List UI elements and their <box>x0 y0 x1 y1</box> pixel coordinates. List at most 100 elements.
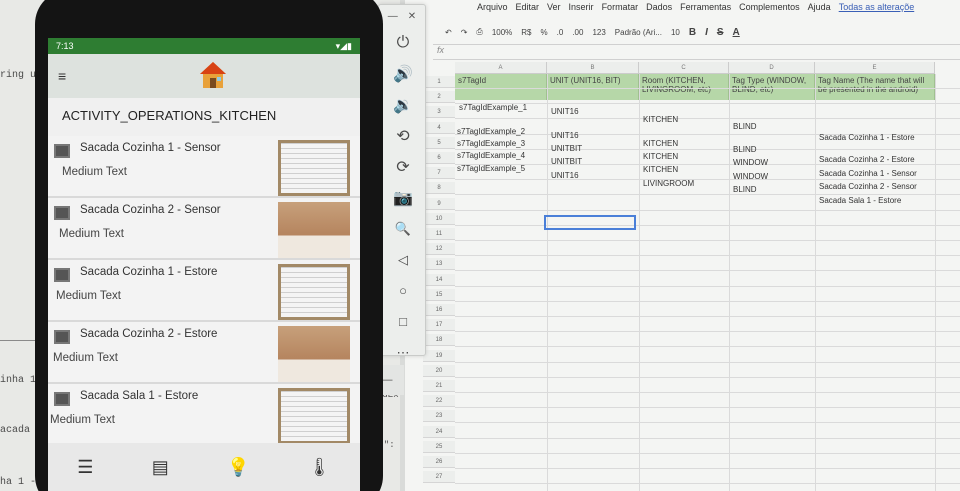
hamburger-menu-icon[interactable]: ≡ <box>58 68 66 84</box>
save-status-link[interactable]: Todas as alteraçõe <box>839 2 915 12</box>
row-header[interactable]: 6 <box>423 152 455 164</box>
table-cell[interactable]: KITCHEN <box>643 115 678 125</box>
row-header[interactable]: 1 <box>423 76 455 88</box>
more-button[interactable]: ⋯ <box>379 337 427 368</box>
font-size-select[interactable]: 10 <box>671 28 680 37</box>
table-cell[interactable]: WINDOW <box>733 158 768 168</box>
table-cell[interactable]: BLIND <box>733 145 757 155</box>
bold-button[interactable]: B <box>689 27 696 38</box>
table-cell[interactable]: UNIT16 <box>551 171 579 181</box>
overview-button[interactable]: □ <box>379 306 427 337</box>
table-cell[interactable]: s7TagIdExample_5 <box>457 164 525 174</box>
row-header[interactable]: 19 <box>423 349 455 362</box>
home-button[interactable]: ○ <box>379 275 427 306</box>
text-color-button[interactable]: A <box>733 27 740 38</box>
menu-ver[interactable]: Ver <box>547 2 561 12</box>
header-cell[interactable]: Tag Name (The name that will be presente… <box>815 74 935 100</box>
row-header[interactable]: 17 <box>423 319 455 332</box>
table-cell[interactable]: LIVINGROOM <box>643 179 694 189</box>
menu-complementos[interactable]: Complementos <box>739 2 800 12</box>
table-cell[interactable]: BLIND <box>733 185 757 195</box>
menu-ajuda[interactable]: Ajuda <box>808 2 831 12</box>
menu-formatar[interactable]: Formatar <box>602 2 639 12</box>
list-item[interactable]: Sacada Sala 1 - Estore Medium Text <box>48 384 360 446</box>
volume-down-button[interactable]: 🔉 <box>379 89 427 120</box>
row-header[interactable]: 11 <box>423 228 455 240</box>
column-header-d[interactable]: D <box>729 62 815 74</box>
row-header[interactable]: 5 <box>423 136 455 149</box>
menu-ferramentas[interactable]: Ferramentas <box>680 2 731 12</box>
table-cell[interactable]: s7TagIdExample_1 <box>459 103 527 113</box>
zoom-button[interactable]: 🔍 <box>379 213 427 244</box>
header-cell[interactable]: s7TagId <box>455 74 547 100</box>
row-header[interactable]: 9 <box>423 197 455 210</box>
volume-up-button[interactable]: 🔊 <box>379 58 427 89</box>
row-header[interactable]: 10 <box>423 212 455 225</box>
table-cell[interactable]: UNITBIT <box>551 157 582 167</box>
row-header[interactable]: 16 <box>423 304 455 316</box>
currency-button[interactable]: R$ <box>521 28 531 37</box>
strikethrough-button[interactable]: S <box>717 27 724 38</box>
rotate-right-button[interactable]: ⟳ <box>379 151 427 182</box>
header-cell[interactable]: Tag Type (WINDOW, BLIND, etc) <box>729 74 815 100</box>
row-header[interactable]: 24 <box>423 425 455 438</box>
table-cell[interactable]: BLIND <box>733 122 757 132</box>
header-cell[interactable]: UNIT (UNIT16, BIT) <box>547 74 639 100</box>
row-header[interactable]: 21 <box>423 380 455 392</box>
menu-arquivo[interactable]: Arquivo <box>477 2 508 12</box>
table-cell[interactable]: UNITBIT <box>551 144 582 154</box>
format-select[interactable]: 123 <box>592 28 605 37</box>
italic-button[interactable]: I <box>705 27 708 38</box>
list-item[interactable]: Sacada Cozinha 2 - Estore Medium Text <box>48 322 360 384</box>
table-cell[interactable]: s7TagIdExample_3 <box>457 139 525 149</box>
table-cell[interactable]: KITCHEN <box>643 139 678 149</box>
redo-icon[interactable]: ↷ <box>461 28 468 37</box>
list-item[interactable]: Sacada Cozinha 2 - Sensor Medium Text <box>48 198 360 260</box>
row-header[interactable]: 8 <box>423 182 455 195</box>
menu-nav-icon[interactable]: ☰ <box>77 457 93 478</box>
row-header[interactable]: 25 <box>423 440 455 453</box>
table-cell[interactable]: Sacada Cozinha 2 - Sensor <box>819 182 917 192</box>
print-icon[interactable]: ⎙ <box>476 27 482 37</box>
table-cell[interactable]: Sacada Sala 1 - Estore <box>819 196 901 206</box>
camera-button[interactable]: 📷 <box>379 182 427 213</box>
blinds-nav-icon[interactable]: ▤ <box>152 457 169 478</box>
close-icon[interactable]: ✕ <box>408 11 416 22</box>
list-item[interactable]: Sacada Cozinha 1 - Estore Medium Text <box>48 260 360 322</box>
row-header[interactable]: 27 <box>423 471 455 484</box>
row-header[interactable]: 7 <box>423 167 455 180</box>
decrease-decimal-button[interactable]: .0 <box>557 28 564 37</box>
menu-dados[interactable]: Dados <box>646 2 672 12</box>
undo-icon[interactable]: ↶ <box>445 28 452 37</box>
table-cell[interactable]: WINDOW <box>733 172 768 182</box>
power-button[interactable]: ⏻ <box>379 27 427 58</box>
row-header[interactable]: 26 <box>423 456 455 468</box>
table-cell[interactable]: UNIT16 <box>551 107 579 117</box>
table-cell[interactable]: Sacada Cozinha 1 - Sensor <box>819 169 917 179</box>
zoom-select[interactable]: 100% <box>492 28 512 37</box>
menu-inserir[interactable]: Inserir <box>569 2 594 12</box>
table-cell[interactable]: KITCHEN <box>643 152 678 162</box>
font-select[interactable]: Padrão (Ari... <box>615 28 662 37</box>
temperature-nav-icon[interactable]: 🌡 <box>308 457 331 478</box>
column-header-a[interactable]: A <box>455 62 547 74</box>
table-cell[interactable]: Sacada Cozinha 2 - Estore <box>819 155 915 165</box>
column-header-e[interactable]: E <box>815 62 935 74</box>
minimize-icon[interactable]: — <box>381 374 392 386</box>
row-header[interactable]: 20 <box>423 364 455 377</box>
row-header[interactable]: 15 <box>423 288 455 301</box>
formula-bar[interactable]: fx <box>433 44 960 60</box>
table-cell[interactable]: s7TagIdExample_4 <box>457 151 525 161</box>
light-nav-icon[interactable]: 💡 <box>227 457 249 478</box>
header-cell[interactable]: Room (KITCHEN, LIVINGROOM, etc) <box>639 74 729 100</box>
percent-button[interactable]: % <box>541 28 548 37</box>
row-header[interactable]: 12 <box>423 243 455 256</box>
row-header[interactable]: 14 <box>423 273 455 286</box>
row-header[interactable]: 3 <box>423 106 455 119</box>
table-cell[interactable]: Sacada Cozinha 1 - Estore <box>819 133 915 143</box>
row-header[interactable]: 18 <box>423 334 455 347</box>
list-item[interactable]: Sacada Cozinha 1 - Sensor Medium Text <box>48 136 360 198</box>
selected-cell[interactable] <box>544 215 636 230</box>
table-cell[interactable]: UNIT16 <box>551 131 579 141</box>
column-header-c[interactable]: C <box>639 62 729 74</box>
